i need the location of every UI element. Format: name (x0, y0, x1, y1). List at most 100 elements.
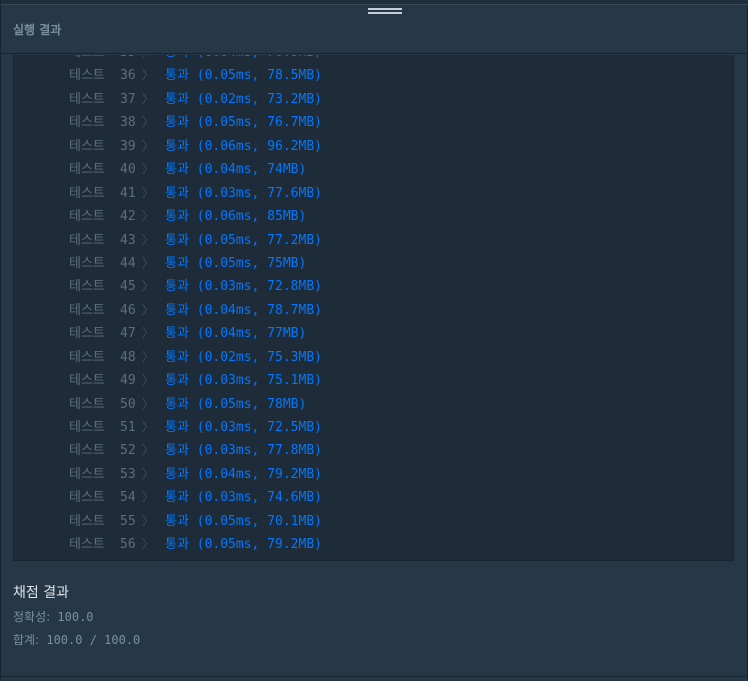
test-rows: 테스트 35 〉 통과 (0.04ms, 76.9MB) 테스트 36 〉 통과 (0.05m… (14, 55, 733, 557)
test-number: 42 (120, 209, 136, 225)
test-label: 테스트 (69, 162, 105, 178)
total-label: 합계: (13, 633, 40, 647)
test-row: 테스트 51 〉 통과 (0.03ms, 72.5MB) (14, 416, 733, 439)
chevron-right-icon: 〉 (142, 138, 155, 153)
chevron-right-icon: 〉 (142, 55, 154, 64)
test-label: 테스트 (69, 91, 105, 107)
test-row: 테스트 44 〉 통과 (0.05ms, 75MB) (14, 252, 733, 275)
test-row: 테스트 42 〉 통과 (0.06ms, 85MB) (14, 205, 733, 228)
test-result: 통과 (0.05ms, 76.7MB) (165, 115, 322, 131)
test-output-list[interactable]: 테스트 35 〉 통과 (0.04ms, 76.9MB) 테스트 36 〉 통과 (0.05m… (13, 55, 734, 561)
test-result: 통과 (0.03ms, 75.1MB) (165, 373, 322, 389)
test-number: 56 (120, 537, 136, 553)
test-number: 38 (120, 115, 136, 131)
test-number: 40 (120, 162, 136, 178)
test-row: 테스트 45 〉 통과 (0.03ms, 72.8MB) (14, 275, 733, 298)
test-result: 통과 (0.03ms, 72.5MB) (165, 420, 322, 435)
test-number: 44 (120, 255, 136, 271)
test-number: 41 (120, 185, 136, 201)
test-label: 테스트 (69, 326, 105, 342)
test-number: 48 (120, 349, 136, 365)
test-result: 통과 (0.05ms, 78MB) (165, 396, 307, 412)
chevron-right-icon: 〉 (142, 68, 155, 83)
test-result: 통과 (0.03ms, 77.6MB) (165, 185, 322, 201)
test-result: 통과 (0.03ms, 74.6MB) (165, 490, 322, 506)
test-number: 52 (120, 443, 136, 459)
test-result: 통과 (0.02ms, 75.3MB) (165, 349, 322, 365)
test-label: 테스트 (69, 138, 105, 154)
test-result: 통과 (0.04ms, 79.2MB) (165, 466, 322, 482)
test-row: 테스트 40 〉 통과 (0.04ms, 74MB) (14, 158, 733, 181)
test-label: 테스트 (69, 349, 105, 365)
test-row: 테스트 50 〉 통과 (0.05ms, 78MB) (14, 393, 733, 416)
chevron-right-icon: 〉 (142, 209, 155, 224)
test-number: 46 (120, 302, 136, 318)
chevron-right-icon: 〉 (142, 443, 155, 458)
test-row: 테스트 43 〉 통과 (0.05ms, 77.2MB) (14, 229, 733, 252)
test-number: 39 (120, 138, 136, 154)
test-row: 테스트 52 〉 통과 (0.03ms, 77.8MB) (14, 439, 733, 462)
test-label: 테스트 (69, 490, 105, 506)
test-label: 테스트 (69, 232, 105, 248)
result-panel: 실행 결과 테스트 35 〉 통과 (0.04ms, 76.9MB) 테스트 36 〉 통과 … (0, 0, 748, 681)
test-row: 테스트 49 〉 통과 (0.03ms, 75.1MB) (14, 369, 733, 392)
test-label: 테스트 (69, 373, 105, 389)
resize-handle-icon[interactable] (368, 8, 402, 16)
test-row: 테스트 35 〉 통과 (0.04ms, 76.9MB) (14, 55, 733, 64)
chevron-right-icon: 〉 (142, 396, 155, 411)
test-label: 테스트 (69, 55, 105, 64)
test-label: 테스트 (69, 537, 105, 553)
test-row: 테스트 38 〉 통과 (0.05ms, 76.7MB) (14, 111, 733, 134)
test-result: 통과 (0.03ms, 72.8MB) (165, 279, 322, 295)
test-result: 통과 (0.02ms, 73.2MB) (165, 91, 322, 107)
chevron-right-icon: 〉 (142, 232, 155, 247)
chevron-right-icon: 〉 (142, 537, 155, 552)
test-number: 43 (120, 232, 136, 248)
test-label: 테스트 (69, 255, 105, 271)
test-number: 50 (120, 396, 136, 412)
test-number: 51 (120, 420, 136, 435)
test-row: 테스트 46 〉 통과 (0.04ms, 78.7MB) (14, 299, 733, 322)
chevron-right-icon: 〉 (142, 279, 155, 294)
test-row: 테스트 37 〉 통과 (0.02ms, 73.2MB) (14, 88, 733, 111)
score-title: 채점 결과 (13, 585, 69, 601)
test-label: 테스트 (69, 68, 105, 84)
test-label: 테스트 (69, 302, 105, 318)
test-number: 53 (120, 466, 136, 482)
test-result: 통과 (0.04ms, 78.7MB) (165, 302, 322, 318)
test-result: 통과 (0.05ms, 79.2MB) (165, 537, 322, 553)
test-result: 통과 (0.06ms, 85MB) (165, 209, 307, 225)
accuracy-label: 정확성: (13, 610, 51, 624)
chevron-right-icon: 〉 (142, 466, 155, 481)
test-row: 테스트 41 〉 통과 (0.03ms, 77.6MB) (14, 182, 733, 205)
test-result: 통과 (0.04ms, 76.9MB) (165, 55, 322, 64)
test-row: 테스트 54 〉 통과 (0.03ms, 74.6MB) (14, 486, 733, 509)
test-result: 통과 (0.04ms, 74MB) (165, 162, 307, 178)
bottom-divider (1, 676, 748, 677)
chevron-right-icon: 〉 (142, 255, 155, 270)
chevron-right-icon: 〉 (142, 162, 155, 177)
chevron-right-icon: 〉 (142, 349, 155, 364)
test-row: 테스트 39 〉 통과 (0.06ms, 96.2MB) (14, 135, 733, 158)
test-row: 테스트 48 〉 통과 (0.02ms, 75.3MB) (14, 346, 733, 369)
test-label: 테스트 (69, 115, 105, 131)
chevron-right-icon: 〉 (142, 91, 155, 106)
chevron-right-icon: 〉 (142, 302, 155, 317)
test-label: 테스트 (69, 209, 105, 225)
test-row: 테스트 56 〉 통과 (0.05ms, 79.2MB) (14, 533, 733, 556)
test-number: 36 (120, 68, 136, 84)
test-row: 테스트 55 〉 통과 (0.05ms, 70.1MB) (14, 510, 733, 533)
chevron-right-icon: 〉 (142, 373, 155, 388)
test-result: 통과 (0.04ms, 77MB) (165, 326, 307, 342)
accuracy-value: 100.0 (57, 610, 94, 624)
test-number: 55 (120, 513, 136, 529)
total-line: 합계: 100.0 / 100.0 (13, 632, 140, 649)
test-result: 통과 (0.06ms, 96.2MB) (165, 138, 322, 154)
test-result: 통과 (0.05ms, 75MB) (165, 255, 307, 271)
test-number: 47 (120, 326, 136, 342)
test-number: 35 (120, 55, 136, 64)
chevron-right-icon: 〉 (142, 513, 155, 528)
chevron-right-icon: 〉 (142, 115, 155, 130)
test-label: 테스트 (69, 443, 105, 459)
test-label: 테스트 (69, 185, 105, 201)
